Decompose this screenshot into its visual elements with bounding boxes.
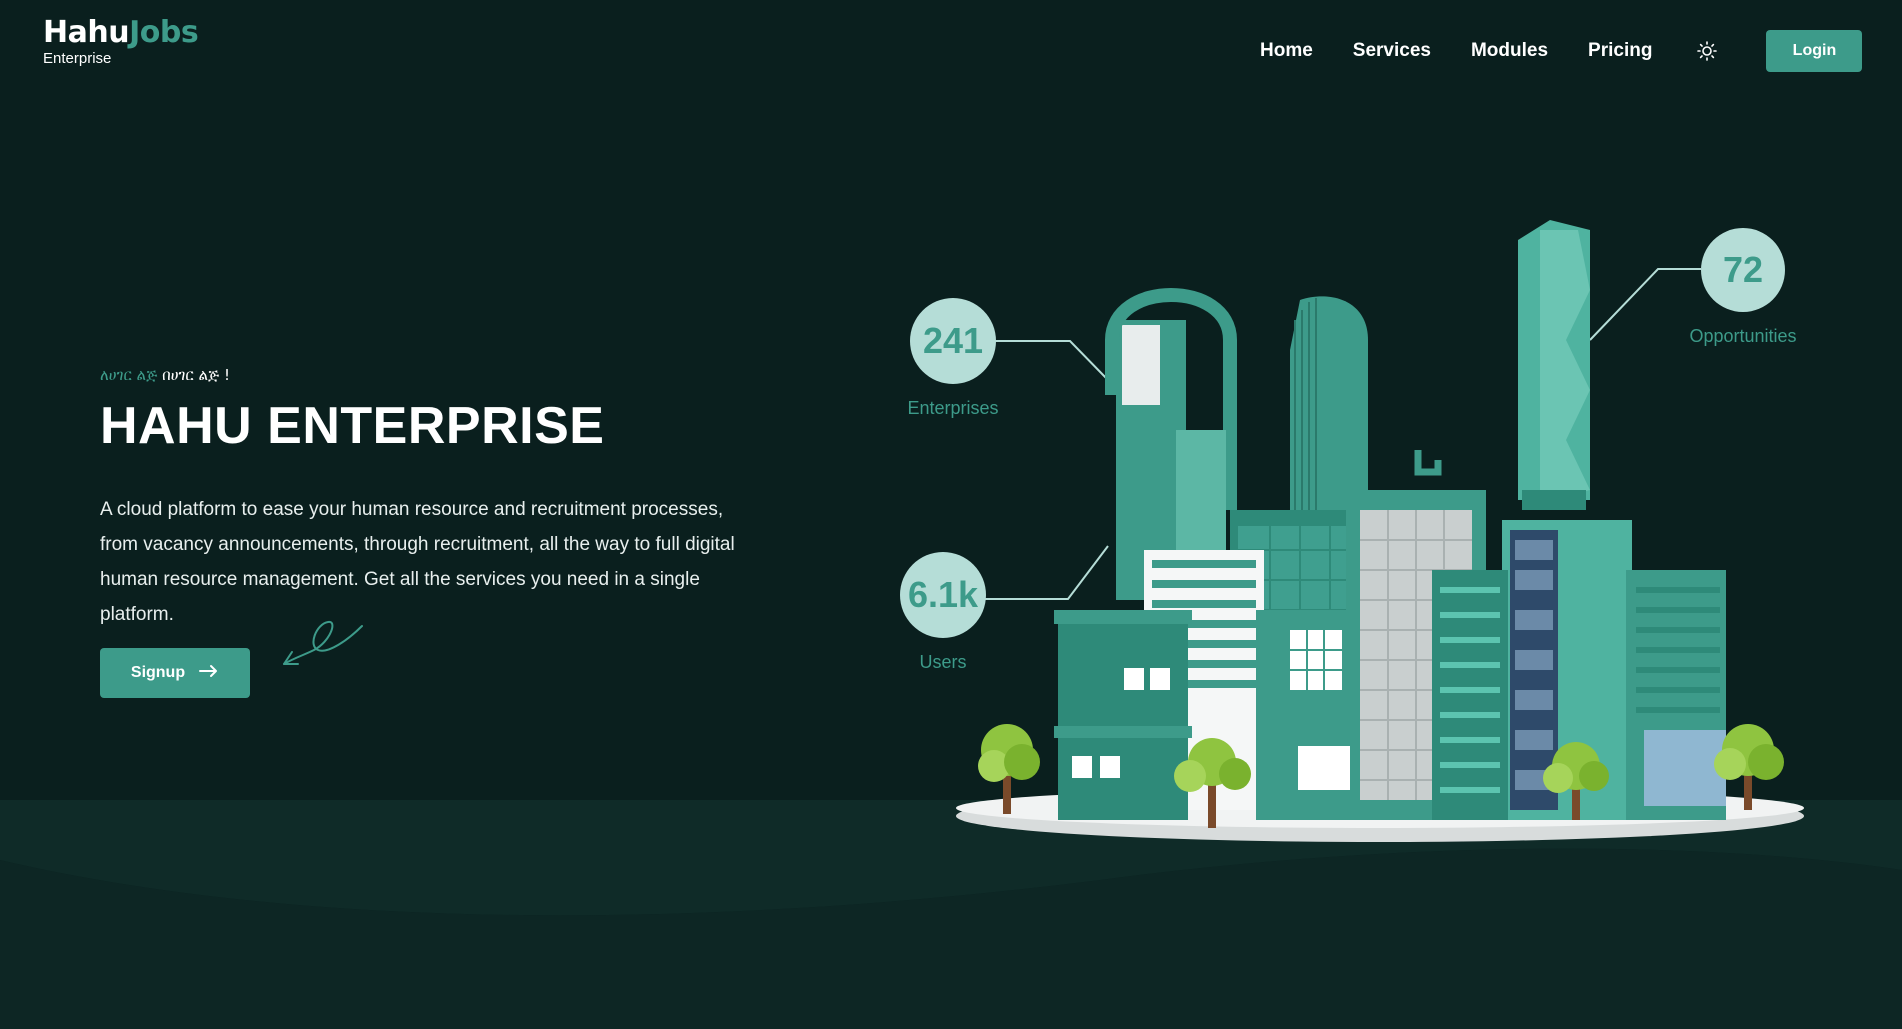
logo-accent-text: Jobs xyxy=(129,15,199,50)
nav-pricing[interactable]: Pricing xyxy=(1588,40,1652,62)
nav-home[interactable]: Home xyxy=(1260,40,1313,62)
city-buildings-graphic xyxy=(956,220,1804,842)
hero-tagline: ለሀገር ልጅ በሀገር ልጅ ! xyxy=(100,366,760,384)
logo-main-text: Hahu xyxy=(43,15,130,50)
hero-section: ለሀገር ልጅ በሀገር ልጅ ! HAHU ENTERPRISE A clou… xyxy=(100,366,760,632)
main-nav: Home Services Modules Pricing Login xyxy=(1260,30,1863,72)
logo-wordmark: HahuJobs xyxy=(43,15,199,50)
hand-drawn-arrow-icon xyxy=(283,620,363,665)
stat-enterprises-label: Enterprises xyxy=(907,398,999,418)
stat-users-value: 6.1k xyxy=(900,552,986,638)
signup-label: Signup xyxy=(130,664,186,681)
nav-services[interactable]: Services xyxy=(1353,40,1431,62)
hero-title: HAHU ENTERPRISE xyxy=(100,397,605,455)
stat-opportunities-value: 72 xyxy=(1701,228,1785,312)
logo-subtitle: Enterprise xyxy=(43,50,112,67)
stat-opportunities-label: Opportunities xyxy=(1689,326,1797,346)
sun-icon[interactable] xyxy=(1696,40,1718,62)
tagline-part-1: ለሀገር ልጅ xyxy=(100,366,158,384)
city-illustration: 241 Enterprises 6.1k Users 72 Opportunit… xyxy=(890,210,1830,860)
hero-description: A cloud platform to ease your human reso… xyxy=(100,499,735,625)
nav-modules[interactable]: Modules xyxy=(1471,40,1548,62)
stat-enterprises-value: 241 xyxy=(910,298,996,384)
login-button[interactable]: Login xyxy=(1766,30,1863,72)
stat-users-label: Users xyxy=(919,652,967,672)
signup-button[interactable]: Signup xyxy=(100,648,250,698)
arrow-right-icon xyxy=(199,664,219,683)
logo[interactable]: HahuJobs Enterprise xyxy=(43,15,199,68)
tagline-part-2: በሀገር ልጅ ! xyxy=(162,366,230,384)
